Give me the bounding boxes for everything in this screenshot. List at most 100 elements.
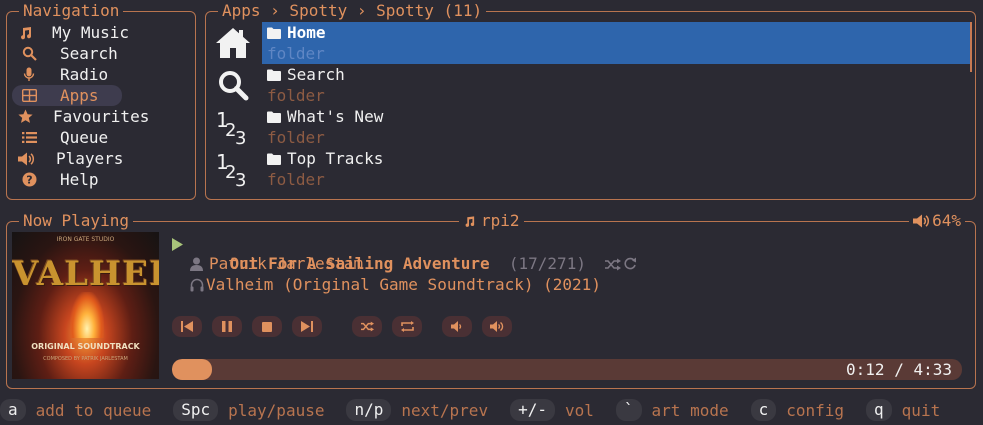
search-icon (18, 43, 40, 64)
nav-item-my-music[interactable]: My Music (12, 22, 129, 43)
browser-list: Home folder Search folder 123 What's New (212, 22, 971, 190)
nav-item-players[interactable]: Players (12, 148, 123, 169)
key-description: config (786, 400, 845, 420)
headphones-icon (190, 278, 204, 292)
nav-item-queue[interactable]: Queue (12, 127, 122, 148)
now-playing-title: Now Playing (19, 211, 133, 231)
list-item-home[interactable]: Home folder (212, 22, 971, 64)
key-hint: +/- (510, 399, 555, 421)
list-item-name: What's New (267, 106, 383, 127)
nav-item-label: Favourites (53, 107, 150, 126)
progress-bar[interactable]: 0:12 / 4:33 (172, 359, 962, 380)
item-title: Home (287, 23, 326, 42)
list-item-name: Search (267, 64, 345, 85)
key-hint: ` (615, 399, 642, 421)
selection-highlight (262, 64, 971, 106)
now-playing-panel: Now Playing rpi2 64% IRON GATE STUDIO VA… (6, 211, 976, 389)
volume-indicator[interactable]: 64% (909, 211, 965, 231)
key-hint: Spc (173, 399, 219, 421)
list-item-name: Home (267, 22, 326, 43)
pause-icon (222, 321, 232, 332)
stop-button[interactable] (252, 316, 282, 337)
album-art-caption: IRON GATE STUDIO (56, 236, 115, 243)
volume-up-icon (489, 321, 503, 332)
elapsed-time: 0:12 / 4:33 (846, 360, 952, 379)
nav-item-apps[interactable]: Apps (12, 85, 122, 106)
item-type: folder (267, 128, 325, 147)
key-description: vol (564, 400, 594, 420)
nav-item-help[interactable]: ? Help (12, 169, 122, 190)
folder-icon (267, 27, 281, 39)
help-icon: ? (18, 169, 40, 190)
nav-item-label: Help (60, 170, 99, 189)
microphone-icon (18, 64, 40, 85)
speaker-icon (18, 148, 36, 169)
key-hint: a (0, 399, 26, 421)
shuffle-icon (605, 255, 622, 276)
volume-down-button[interactable] (442, 316, 472, 337)
folder-icon (267, 111, 281, 123)
key-hint: q (866, 399, 892, 421)
star-icon (18, 106, 33, 127)
shuffle-button[interactable] (352, 316, 382, 337)
progress-fill (172, 359, 212, 380)
navigation-list: My Music Search Radio Apps Favourites Qu… (12, 22, 190, 190)
selection-highlight (262, 22, 971, 64)
item-type: folder (267, 44, 325, 63)
volume-value: 64% (932, 211, 961, 230)
browser-panel: Apps › Spotty › Spotty (11) Home folder … (205, 1, 976, 200)
track-position: (17/271) (508, 254, 586, 273)
album-art-credits: COMPOSED BY PATRIK JARLESTAM (43, 356, 128, 362)
stop-icon (262, 321, 272, 332)
music-note-icon (18, 22, 32, 43)
key-description: quit (901, 400, 941, 420)
volume-down-icon (451, 321, 462, 332)
key-description: next/prev (401, 400, 489, 420)
artist-line: Patrik Jarlestam (190, 253, 363, 274)
next-button[interactable] (292, 316, 322, 337)
album-line: Valheim (Original Game Soundtrack) (2021… (190, 274, 601, 295)
list-item-whats-new[interactable]: 123 What's New folder (212, 106, 971, 148)
nav-item-radio[interactable]: Radio (12, 64, 122, 85)
playing-icon (172, 236, 183, 255)
volume-icon (913, 214, 931, 228)
next-icon (301, 321, 313, 332)
list-item-name: Top Tracks (267, 148, 383, 169)
nav-item-search[interactable]: Search (12, 43, 122, 64)
album-art: IRON GATE STUDIO VALHEIM ORIGINAL SOUNDT… (12, 232, 159, 379)
previous-icon (181, 321, 193, 332)
numbers-icon: 123 (214, 150, 252, 188)
folder-icon (267, 153, 281, 165)
scrollbar[interactable] (970, 22, 972, 72)
nav-item-favourites[interactable]: Favourites (12, 106, 149, 127)
list-item-search[interactable]: Search folder (212, 64, 971, 106)
item-type: folder (267, 170, 325, 189)
list-item-top-tracks[interactable]: 123 Top Tracks folder (212, 148, 971, 190)
repeat-button[interactable] (392, 316, 422, 337)
shuffle-icon (360, 321, 374, 332)
album-name: Valheim (Original Game Soundtrack) (2021… (206, 275, 601, 294)
campfire-graphic (70, 292, 104, 338)
player-label: rpi2 (481, 211, 520, 230)
player-name[interactable]: rpi2 (459, 211, 524, 231)
previous-button[interactable] (172, 316, 202, 337)
key-description: art mode (651, 400, 729, 420)
pause-button[interactable] (212, 316, 242, 337)
artist-name: Patrik Jarlestam (209, 254, 364, 273)
item-title: What's New (287, 107, 384, 126)
person-icon (190, 257, 203, 271)
svg-text:?: ? (26, 174, 32, 187)
folder-icon (267, 69, 281, 81)
volume-up-button[interactable] (482, 316, 512, 337)
keybinding-help-bar: a add to queue Spc play/pause n/p next/prev… (0, 399, 940, 421)
nav-item-label: Queue (60, 128, 109, 147)
album-art-title: VALHEIM (12, 254, 159, 294)
home-icon (214, 24, 252, 62)
numbers-icon: 123 (214, 108, 252, 146)
key-description: add to queue (35, 400, 152, 420)
key-hint: n/p (346, 399, 392, 421)
album-art-subtitle: ORIGINAL SOUNDTRACK (31, 342, 140, 351)
key-hint: c (750, 399, 777, 421)
grid-icon (18, 85, 40, 106)
key-description: play/pause (228, 400, 325, 420)
